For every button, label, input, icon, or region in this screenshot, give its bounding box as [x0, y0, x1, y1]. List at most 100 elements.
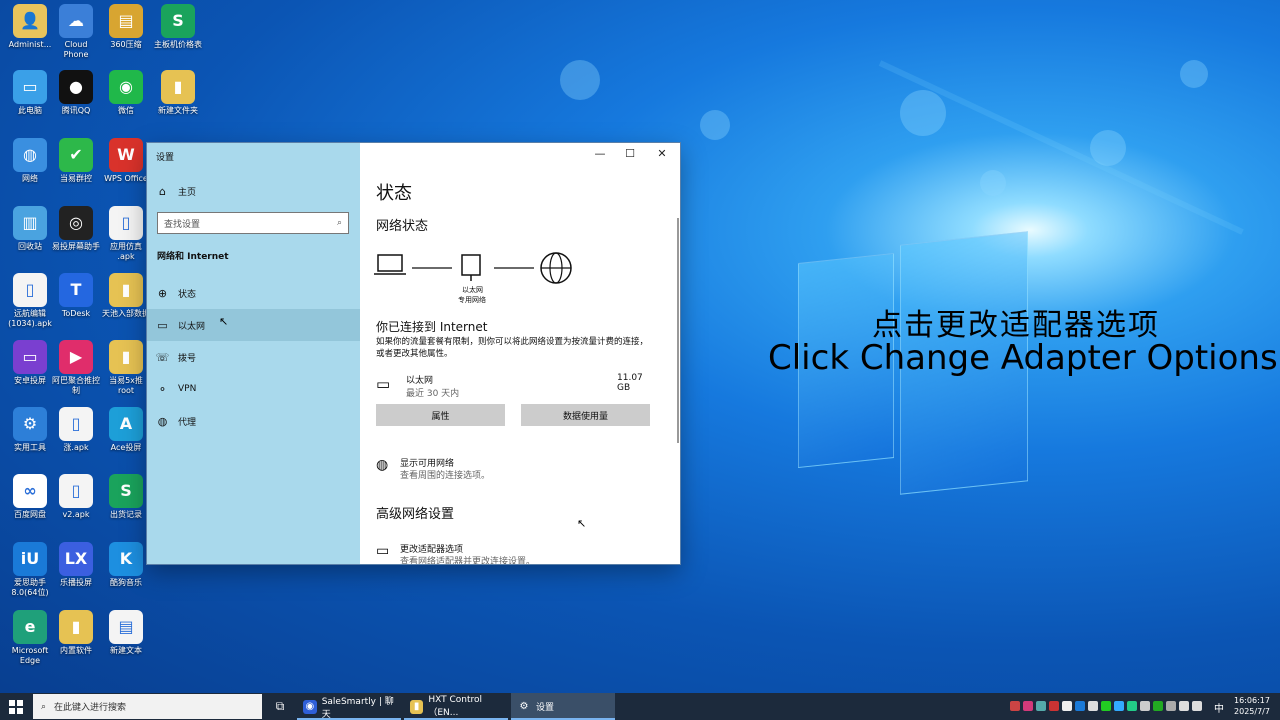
app-icon: ▥ [13, 206, 47, 240]
app-icon: ▮ [109, 273, 143, 307]
properties-button[interactable]: 属性 [376, 404, 505, 426]
connection-period: 最近 30 天内 [406, 389, 460, 399]
search-icon: ⌕ [336, 218, 342, 228]
taskbar: ⌕ 在此键入进行搜索 ⧉ ◉ SaleSmartly | 聊天 ▮ HXT Co… [0, 693, 1280, 720]
app-icon: ∞ [13, 474, 47, 508]
taskbar-app-settings[interactable]: ⚙ 设置 [511, 693, 615, 720]
proxy-icon: ◍ [157, 414, 168, 428]
app-icon: ▯ [59, 407, 93, 441]
sidebar-item-proxy[interactable]: ◍ 代理 [147, 405, 360, 437]
desktop-icon[interactable]: ▮ 新建文件夹 [148, 70, 208, 116]
app-icon: ▯ [13, 273, 47, 307]
salesmartly-icon: ◉ [303, 699, 317, 714]
mouse-cursor-icon: ↖ [219, 315, 229, 328]
change-adapter-options-link[interactable]: ▭ 更改适配器选项 查看网络适配器并更改连接设置。 [376, 540, 636, 564]
search-placeholder: 查找设置 [164, 219, 201, 230]
app-icon: W [109, 138, 143, 172]
close-button[interactable]: ✕ [648, 147, 676, 160]
globe-icon: ◍ [376, 457, 389, 473]
scrollbar[interactable] [677, 218, 679, 443]
app-icon: K [109, 542, 143, 576]
taskbar-app-label: 设置 [536, 703, 555, 713]
settings-search-input[interactable]: 查找设置 ⌕ [157, 212, 349, 234]
desktop-icon-label: 360压缩 [110, 40, 142, 49]
mouse-cursor-icon: ↖ [577, 517, 587, 530]
connected-title: 你已连接到 Internet [376, 320, 488, 334]
connection-row[interactable]: ▭ 以太网 最近 30 天内 11.07 GB [376, 373, 656, 399]
sidebar-home[interactable]: ⌂ 主页 [147, 175, 360, 207]
laptop-icon [374, 254, 406, 275]
sidebar-item-dialup[interactable]: ☏ 拨号 [147, 341, 360, 373]
settings-window: 设置 ⌂ 主页 查找设置 ⌕ 网络和 Internet ⊕ 状态 ▭ 以太网 ☏… [147, 143, 680, 564]
app-icon: ▮ [109, 340, 143, 374]
ime-indicator[interactable]: 中 [1214, 700, 1224, 715]
app-icon: ◉ [109, 70, 143, 104]
advanced-settings-heading: 高级网络设置 [376, 507, 455, 522]
sidebar-item-ethernet[interactable]: ▭ 以太网 [147, 309, 360, 341]
task-view-button[interactable]: ⧉ [268, 693, 292, 720]
windows-logo-icon [9, 699, 23, 714]
app-icon: ▮ [59, 610, 93, 644]
ethernet-icon: ▭ [376, 375, 391, 393]
adapter-icon: ▭ [376, 543, 390, 559]
ethernet-icon: ▭ [157, 318, 168, 332]
taskbar-app-label: SaleSmartly | 聊天 [321, 696, 394, 720]
desktop-icon[interactable]: ▤ 360压缩 [96, 4, 156, 50]
instruction-text-english: Click Change Adapter Options [768, 338, 1278, 378]
app-icon: T [59, 273, 93, 307]
start-button[interactable] [0, 693, 32, 720]
app-icon: ☁ [59, 4, 93, 38]
clock-date: 2025/7/7 [1234, 707, 1270, 716]
desktop-icon[interactable]: S 主板机价格表 [148, 4, 208, 50]
dialup-icon: ☏ [155, 350, 170, 364]
data-usage-button[interactable]: 数据使用量 [521, 404, 650, 426]
taskbar-app-label: HXT Control（EN... [428, 695, 482, 718]
page-title: 状态 [376, 183, 412, 204]
gear-icon: ⚙ [519, 701, 529, 712]
desktop-icon-label: 微信 [118, 106, 134, 115]
sidebar-section-title: 网络和 Internet [157, 252, 229, 262]
system-tray[interactable] [1010, 701, 1202, 711]
app-icon: A [109, 407, 143, 441]
sidebar-item-vpn[interactable]: ⚬ VPN [147, 373, 360, 405]
sidebar-home-label: 主页 [178, 187, 197, 198]
maximize-button[interactable]: ☐ [616, 147, 644, 160]
clock-time: 16:06:17 [1234, 696, 1270, 705]
connected-description: 如果你的流量套餐有限制，则你可以将此网络设置为按流量计费的连接，或者更改其他属性… [376, 337, 649, 359]
app-icon: ▭ [13, 70, 47, 104]
taskbar-search-input[interactable]: ⌕ 在此键入进行搜索 [33, 694, 262, 719]
adapter-network-type: 专用网络 [458, 296, 486, 304]
globe-icon [540, 252, 572, 284]
sidebar-item-label: 以太网 [178, 321, 206, 332]
taskbar-clock[interactable]: 16:06:17 2025/7/7 [1232, 695, 1272, 717]
desktop-icon[interactable]: ◉ 微信 [96, 70, 156, 116]
app-icon: ▤ [109, 4, 143, 38]
minimize-button[interactable]: — [586, 147, 614, 160]
taskbar-app-salesmartly[interactable]: ◉ SaleSmartly | 聊天 [297, 693, 401, 720]
settings-main-pane: — ☐ ✕ 状态 网络状态 以太网 专用网络 你已连接到 Internet 如果… [360, 143, 680, 564]
app-icon: e [13, 610, 47, 644]
app-icon: 👤 [13, 4, 47, 38]
taskbar-search-placeholder: 在此键入进行搜索 [54, 703, 127, 713]
sidebar-item-label: VPN [178, 384, 197, 394]
sidebar-item-status[interactable]: ⊕ 状态 [147, 277, 360, 309]
network-status-heading: 网络状态 [376, 219, 429, 234]
desktop-icon[interactable]: ▤ 新建文本 [96, 610, 156, 656]
show-networks-desc: 查看周围的连接选项。 [400, 471, 491, 481]
taskbar-app-hxt-control[interactable]: ▮ HXT Control（EN... [404, 693, 508, 720]
desktop-icon-label: 酷狗音乐 [110, 578, 142, 587]
sidebar-item-label: 状态 [178, 289, 197, 300]
sidebar-item-label: 拨号 [178, 353, 197, 364]
desktop-icon-label: 新建文件夹 [158, 106, 198, 115]
window-title: 设置 [156, 153, 175, 163]
app-icon: ◎ [59, 206, 93, 240]
sidebar-item-label: 代理 [178, 417, 197, 428]
app-icon: ▤ [109, 610, 143, 644]
show-networks-link[interactable]: ◍ 显示可用网络 查看周围的连接选项。 [376, 455, 636, 481]
app-icon: ▯ [109, 206, 143, 240]
app-icon: ✔ [59, 138, 93, 172]
app-icon: ▯ [59, 474, 93, 508]
search-icon: ⌕ [41, 701, 47, 712]
connection-name: 以太网 [406, 376, 434, 386]
folder-icon: ▮ [410, 699, 424, 714]
